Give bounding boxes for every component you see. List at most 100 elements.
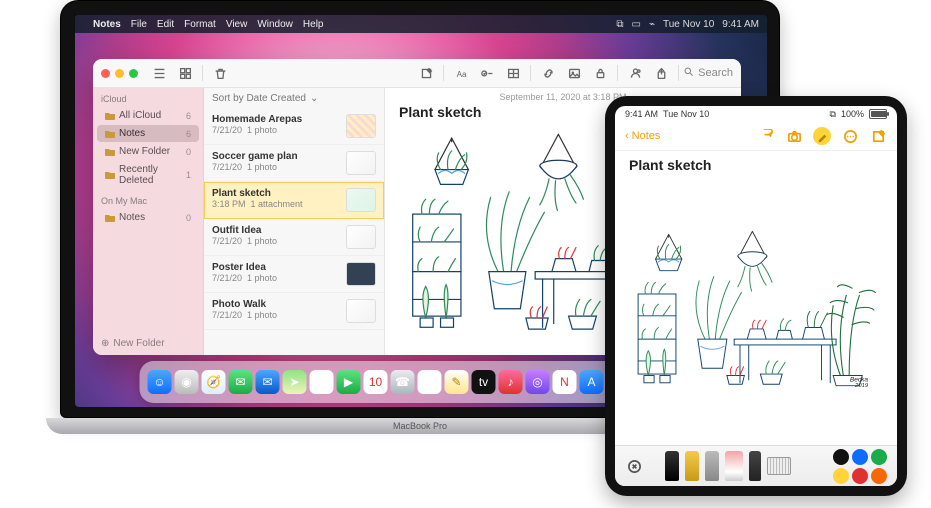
menubar-item[interactable]: Help: [303, 19, 324, 30]
folder-label: New Folder: [119, 146, 170, 157]
sidebar-folder[interactable]: New Folder0: [97, 143, 199, 160]
note-list-item[interactable]: Photo Walk7/21/20 1 photo: [204, 293, 384, 330]
menubar-time[interactable]: 9:41 AM: [722, 19, 759, 30]
grid-view-button[interactable]: [172, 64, 198, 82]
sidebar-folder[interactable]: Notes6: [97, 125, 199, 142]
dock-mail-icon[interactable]: ✉: [256, 370, 280, 394]
dock-safari-icon[interactable]: 🧭: [202, 370, 226, 394]
ipad-sketch-canvas[interactable]: Becka 2019: [625, 181, 887, 439]
close-markup-button[interactable]: [625, 457, 643, 475]
menubar-item[interactable]: File: [131, 19, 147, 30]
marker-tool[interactable]: [685, 451, 699, 481]
sort-dropdown[interactable]: Sort by Date Created ⌄: [204, 88, 384, 108]
format-button[interactable]: Aa: [448, 64, 474, 82]
airplay-icon[interactable]: ▭: [631, 19, 640, 30]
note-list-item[interactable]: Plant sketch3:18 PM 1 attachment: [204, 182, 384, 219]
dock-calendar-icon[interactable]: 10: [364, 370, 388, 394]
minimize-button[interactable]: [115, 69, 124, 78]
new-note-button[interactable]: [413, 64, 439, 82]
dock-finder-icon[interactable]: ☺: [148, 370, 172, 394]
eraser-tool[interactable]: [725, 451, 743, 481]
share-button[interactable]: [648, 64, 674, 82]
note-item-subtitle: 3:18 PM 1 attachment: [212, 199, 340, 209]
new-folder-button[interactable]: ⊕ New Folder: [93, 332, 203, 355]
wifi-icon[interactable]: ⧉: [616, 19, 623, 30]
ipad-note-title[interactable]: Plant sketch: [615, 151, 897, 177]
note-item-subtitle: 7/21/20 1 photo: [212, 273, 340, 283]
lasso-tool[interactable]: [749, 451, 761, 481]
control-center-icon[interactable]: ⌁: [649, 19, 655, 30]
menubar-item[interactable]: Window: [257, 19, 293, 30]
pencil-tool[interactable]: [705, 451, 719, 481]
color-swatch[interactable]: [833, 449, 849, 465]
markup-button[interactable]: [813, 127, 831, 145]
dock-photos-icon[interactable]: ✿: [310, 370, 334, 394]
media-button[interactable]: [561, 64, 587, 82]
search-input[interactable]: Search: [698, 67, 733, 79]
dock-reminders-icon[interactable]: ≡: [418, 370, 442, 394]
color-swatch[interactable]: [852, 468, 868, 484]
checklist-button[interactable]: [474, 64, 500, 82]
dock-contacts-icon[interactable]: ☎: [391, 370, 415, 394]
delete-note-button[interactable]: [207, 64, 233, 82]
dock-messages-icon[interactable]: ✉: [229, 370, 253, 394]
back-label: Notes: [632, 130, 661, 142]
dock-facetime-icon[interactable]: ▶: [337, 370, 361, 394]
note-list-item[interactable]: Poster Idea7/21/20 1 photo: [204, 256, 384, 293]
zoom-button[interactable]: [129, 69, 138, 78]
folder-icon: [105, 214, 115, 222]
markup-toolbar: [615, 445, 897, 486]
note-list-item[interactable]: Soccer game plan7/21/20 1 photo: [204, 145, 384, 182]
dock-maps-icon[interactable]: ➤: [283, 370, 307, 394]
menubar-item[interactable]: View: [226, 19, 248, 30]
note-item-subtitle: 7/21/20 1 photo: [212, 236, 340, 246]
lock-button[interactable]: [587, 64, 613, 82]
close-button[interactable]: [101, 69, 110, 78]
menubar-date[interactable]: Tue Nov 10: [663, 19, 714, 30]
color-swatch[interactable]: [871, 468, 887, 484]
ipad-device: 9:41 AM Tue Nov 10 ⧉ 100% ‹ Notes: [605, 96, 907, 496]
color-swatch[interactable]: [871, 449, 887, 465]
note-thumbnail: [346, 225, 376, 249]
more-button[interactable]: [841, 127, 859, 145]
notes-list: Sort by Date Created ⌄ Homemade Arepas7/…: [204, 88, 385, 355]
ruler-tool[interactable]: [767, 457, 791, 475]
sidebar-section-header[interactable]: iCloud: [93, 88, 203, 106]
undo-button[interactable]: [757, 127, 775, 145]
sidebar-folder[interactable]: All iCloud6: [97, 107, 199, 124]
new-folder-label: New Folder: [113, 338, 164, 349]
dock-launchpad-icon[interactable]: ◉: [175, 370, 199, 394]
svg-text:Becka: Becka: [850, 376, 869, 383]
sidebar-folder[interactable]: Notes0: [97, 209, 199, 226]
menubar-item[interactable]: Edit: [157, 19, 174, 30]
dock-news-icon[interactable]: N: [553, 370, 577, 394]
dock-appstore-icon[interactable]: A: [580, 370, 604, 394]
note-list-item[interactable]: Outfit Idea7/21/20 1 photo: [204, 219, 384, 256]
list-view-button[interactable]: [146, 64, 172, 82]
new-note-button[interactable]: [869, 127, 887, 145]
ipad-status-bar: 9:41 AM Tue Nov 10 ⧉ 100%: [615, 106, 897, 122]
notes-sidebar: iCloudAll iCloud6Notes6New Folder0Recent…: [93, 88, 204, 355]
sidebar-folder[interactable]: Recently Deleted1: [97, 161, 199, 189]
menubar-app-name[interactable]: Notes: [93, 19, 121, 30]
dock-music-icon[interactable]: ♪: [499, 370, 523, 394]
menubar-item[interactable]: Format: [184, 19, 216, 30]
dock-notes-icon[interactable]: ✎: [445, 370, 469, 394]
ipad-notes-toolbar: ‹ Notes: [615, 122, 897, 151]
camera-button[interactable]: [785, 127, 803, 145]
sidebar-section-header[interactable]: On My Mac: [93, 190, 203, 208]
dock-podcasts-icon[interactable]: ◎: [526, 370, 550, 394]
color-swatch[interactable]: [852, 449, 868, 465]
ipad-time: 9:41 AM: [625, 109, 658, 119]
back-button[interactable]: ‹ Notes: [625, 130, 660, 142]
dock-tv-icon[interactable]: tv: [472, 370, 496, 394]
pen-tool[interactable]: [665, 451, 679, 481]
link-button[interactable]: [535, 64, 561, 82]
table-button[interactable]: [500, 64, 526, 82]
note-item-title: Poster Idea: [212, 262, 340, 273]
color-swatch[interactable]: [833, 468, 849, 484]
note-list-item[interactable]: Homemade Arepas7/21/20 1 photo: [204, 108, 384, 145]
note-item-subtitle: 7/21/20 1 photo: [212, 310, 340, 320]
collaborate-button[interactable]: [622, 64, 648, 82]
search-icon[interactable]: [683, 66, 694, 80]
